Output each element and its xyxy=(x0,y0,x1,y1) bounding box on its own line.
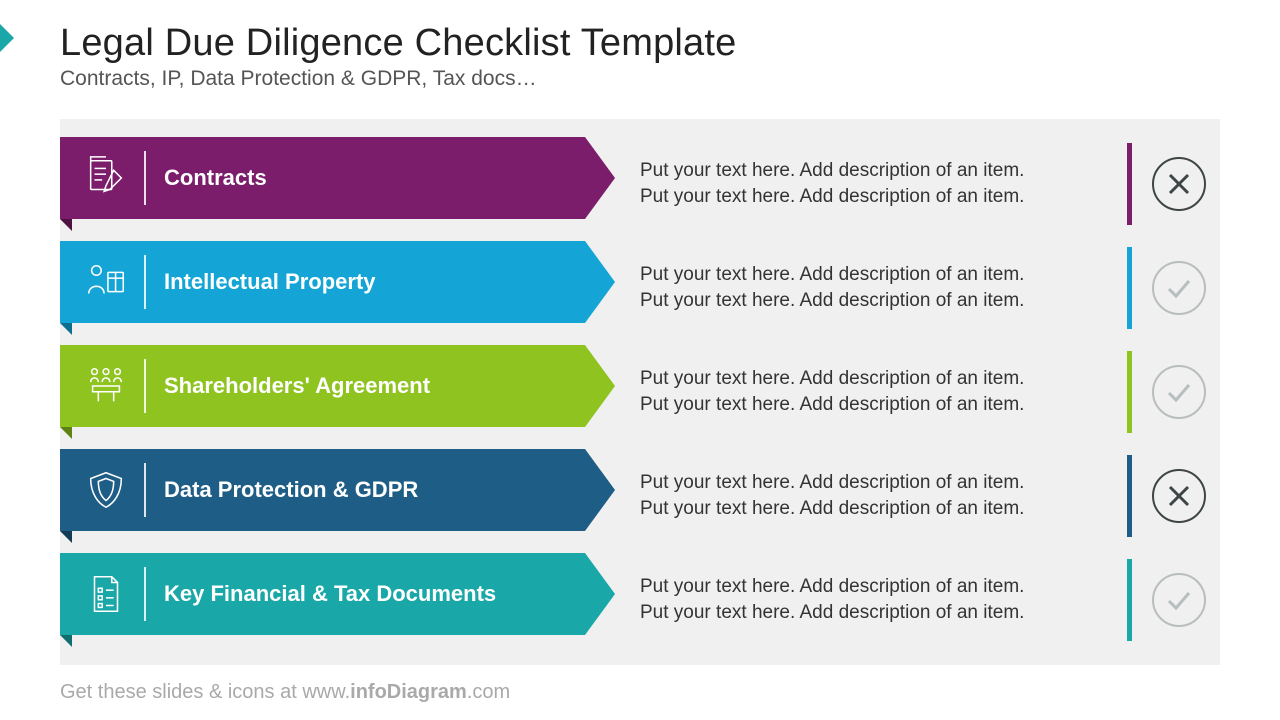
color-stripe xyxy=(1127,559,1132,641)
item-arrow: Contracts xyxy=(60,137,585,219)
desc-line: Put your text here. Add description of a… xyxy=(640,496,1107,522)
color-stripe xyxy=(1127,455,1132,537)
item-description: Put your text here. Add description of a… xyxy=(585,449,1127,543)
ribbon-fold xyxy=(60,323,72,335)
slide-header: Legal Due Diligence Checklist Template C… xyxy=(0,0,1280,101)
desc-line: Put your text here. Add description of a… xyxy=(640,158,1107,184)
checklist-row: Intellectual Property Put your text here… xyxy=(60,241,1220,335)
people-table-icon xyxy=(78,358,134,414)
desc-line: Put your text here. Add description of a… xyxy=(640,600,1107,626)
item-title: Data Protection & GDPR xyxy=(164,477,428,502)
document-pencil-icon xyxy=(78,150,134,206)
checklist-row: Shareholders' Agreement Put your text he… xyxy=(60,345,1220,439)
checklist-row: Contracts Put your text here. Add descri… xyxy=(60,137,1220,231)
footer-suffix: .com xyxy=(467,681,510,703)
item-description: Put your text here. Add description of a… xyxy=(585,553,1127,647)
desc-line: Put your text here. Add description of a… xyxy=(640,184,1107,210)
document-list-icon xyxy=(78,566,134,622)
item-title: Contracts xyxy=(164,165,277,190)
desc-line: Put your text here. Add description of a… xyxy=(640,574,1107,600)
color-stripe xyxy=(1127,351,1132,433)
shield-icon xyxy=(78,462,134,518)
ribbon-fold xyxy=(60,427,72,439)
status-check-icon xyxy=(1152,261,1206,315)
item-arrow: Intellectual Property xyxy=(60,241,585,323)
status-cross-icon xyxy=(1152,157,1206,211)
item-title: Key Financial & Tax Documents xyxy=(164,581,506,606)
item-arrow: Shareholders' Agreement xyxy=(60,345,585,427)
desc-line: Put your text here. Add description of a… xyxy=(640,470,1107,496)
ribbon-fold xyxy=(60,635,72,647)
divider xyxy=(144,359,146,413)
divider xyxy=(144,567,146,621)
item-description: Put your text here. Add description of a… xyxy=(585,137,1127,231)
divider xyxy=(144,255,146,309)
item-description: Put your text here. Add description of a… xyxy=(585,345,1127,439)
footer-prefix: Get these slides & icons at www. xyxy=(60,681,350,703)
status-cross-icon xyxy=(1152,469,1206,523)
desc-line: Put your text here. Add description of a… xyxy=(640,366,1107,392)
footer-attribution: Get these slides & icons at www.infoDiag… xyxy=(60,681,510,704)
item-arrow: Data Protection & GDPR xyxy=(60,449,585,531)
status-check-icon xyxy=(1152,365,1206,419)
color-stripe xyxy=(1127,143,1132,225)
person-book-icon xyxy=(78,254,134,310)
status-check-icon xyxy=(1152,573,1206,627)
desc-line: Put your text here. Add description of a… xyxy=(640,288,1107,314)
item-title: Shareholders' Agreement xyxy=(164,373,440,398)
slide-subtitle: Contracts, IP, Data Protection & GDPR, T… xyxy=(60,67,1220,91)
ribbon-fold xyxy=(60,219,72,231)
desc-line: Put your text here. Add description of a… xyxy=(640,262,1107,288)
item-title: Intellectual Property xyxy=(164,269,386,294)
ribbon-fold xyxy=(60,531,72,543)
slide-title: Legal Due Diligence Checklist Template xyxy=(60,22,1220,65)
checklist: Contracts Put your text here. Add descri… xyxy=(60,119,1220,665)
checklist-row: Data Protection & GDPR Put your text her… xyxy=(60,449,1220,543)
color-stripe xyxy=(1127,247,1132,329)
footer-brand: infoDiagram xyxy=(350,681,467,703)
desc-line: Put your text here. Add description of a… xyxy=(640,392,1107,418)
divider xyxy=(144,151,146,205)
checklist-row: Key Financial & Tax Documents Put your t… xyxy=(60,553,1220,647)
item-arrow: Key Financial & Tax Documents xyxy=(60,553,585,635)
divider xyxy=(144,463,146,517)
item-description: Put your text here. Add description of a… xyxy=(585,241,1127,335)
